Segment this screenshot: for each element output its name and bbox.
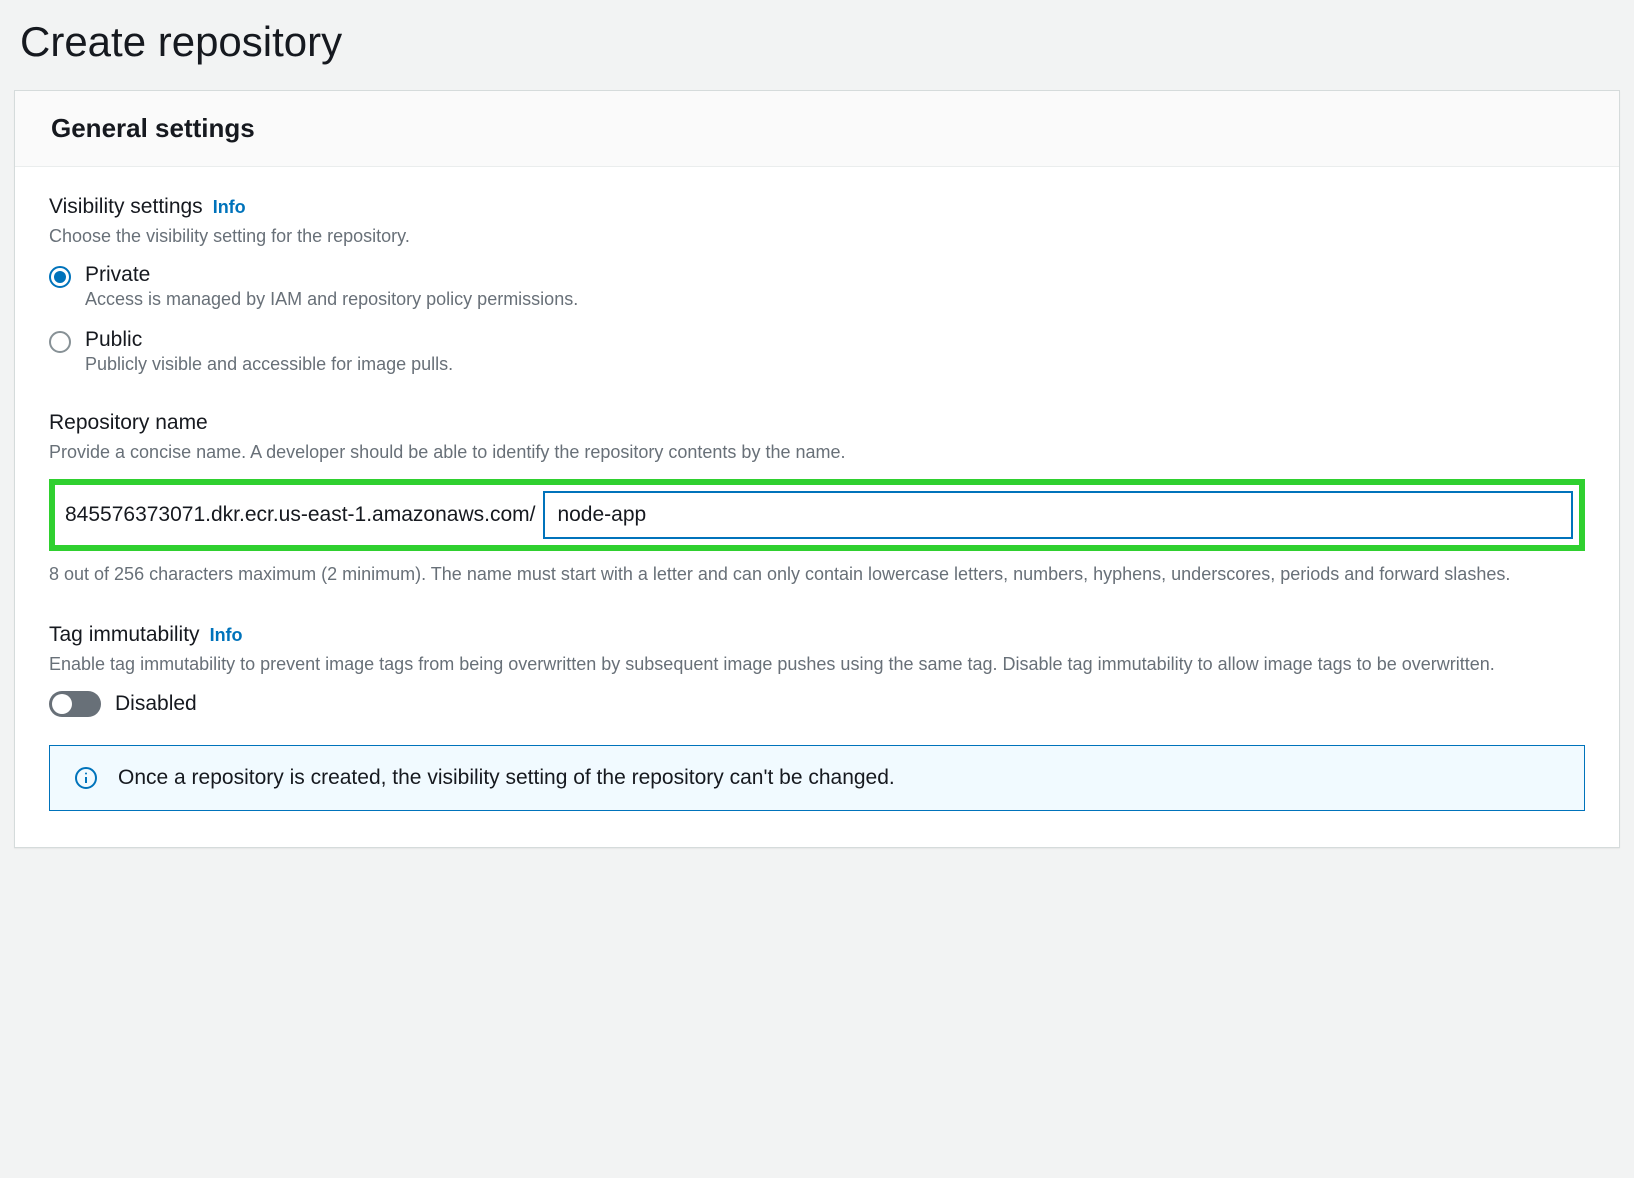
visibility-description: Choose the visibility setting for the re…: [49, 223, 1585, 249]
visibility-option-private[interactable]: Private Access is managed by IAM and rep…: [49, 263, 1585, 310]
page-title: Create repository: [0, 0, 1634, 90]
visibility-option-public[interactable]: Public Publicly visible and accessible f…: [49, 328, 1585, 375]
visibility-info-link[interactable]: Info: [213, 197, 246, 218]
tag-immutability-section: Tag immutability Info Enable tag immutab…: [49, 623, 1585, 717]
repo-name-section: Repository name Provide a concise name. …: [49, 411, 1585, 587]
tag-immutability-description: Enable tag immutability to prevent image…: [49, 651, 1585, 677]
radio-private[interactable]: [49, 266, 71, 288]
tag-immutability-toggle[interactable]: [49, 691, 101, 717]
info-icon: [74, 766, 98, 790]
radio-public-label: Public: [85, 328, 1585, 352]
panel-header: General settings: [15, 91, 1619, 167]
repo-name-description: Provide a concise name. A developer shou…: [49, 439, 1585, 465]
general-settings-panel: General settings Visibility settings Inf…: [14, 90, 1620, 848]
tag-immutability-label: Tag immutability: [49, 623, 200, 647]
repo-name-constraint: 8 out of 256 characters maximum (2 minim…: [49, 561, 1585, 587]
repo-name-highlight: 845576373071.dkr.ecr.us-east-1.amazonaws…: [49, 479, 1585, 551]
radio-private-desc: Access is managed by IAM and repository …: [85, 289, 1585, 310]
repo-name-label: Repository name: [49, 411, 208, 435]
radio-private-label: Private: [85, 263, 1585, 287]
visibility-section: Visibility settings Info Choose the visi…: [49, 195, 1585, 375]
general-settings-heading: General settings: [51, 113, 1583, 144]
visibility-notice: Once a repository is created, the visibi…: [49, 745, 1585, 811]
tag-immutability-info-link[interactable]: Info: [210, 625, 243, 646]
visibility-notice-text: Once a repository is created, the visibi…: [118, 766, 895, 790]
radio-public-desc: Publicly visible and accessible for imag…: [85, 354, 1585, 375]
visibility-label: Visibility settings: [49, 195, 203, 219]
tag-immutability-state: Disabled: [115, 692, 197, 716]
repo-name-prefix: 845576373071.dkr.ecr.us-east-1.amazonaws…: [61, 493, 537, 537]
radio-public[interactable]: [49, 331, 71, 353]
repo-name-input[interactable]: [543, 491, 1573, 539]
